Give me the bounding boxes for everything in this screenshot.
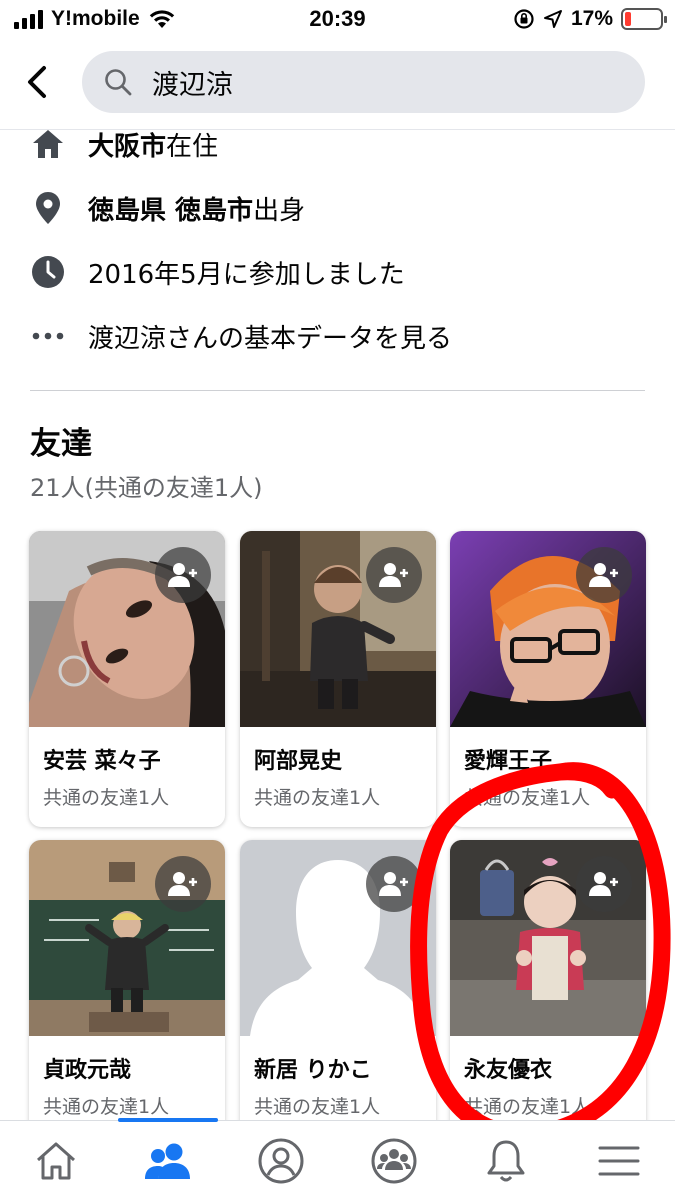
friend-name: 新居 りかこ: [254, 1058, 372, 1083]
location-pin-icon: [30, 190, 66, 226]
section-divider: [30, 390, 645, 391]
nav-notifications[interactable]: [450, 1121, 562, 1200]
add-friend-button[interactable]: [576, 547, 632, 603]
mutual-friends: 共通の友達1人: [43, 1096, 170, 1118]
about-link[interactable]: 渡辺涼さんの基本データを見る: [88, 318, 452, 355]
groups-icon: [371, 1138, 417, 1184]
clock-icon: [30, 254, 66, 290]
battery-icon: [621, 8, 667, 30]
friend-card[interactable]: 阿部晃史 共通の友達1人: [240, 531, 436, 827]
add-friend-button[interactable]: [366, 856, 422, 912]
friends-title[interactable]: 友達: [30, 418, 92, 463]
friends-count: 21人(共通の友達1人): [30, 474, 263, 502]
mutual-friends: 共通の友達1人: [43, 787, 170, 809]
nav-profile[interactable]: [225, 1121, 337, 1200]
nav-home[interactable]: [0, 1121, 112, 1200]
status-right: 17%: [513, 7, 667, 31]
add-friend-icon: [168, 563, 197, 587]
battery-percent: 17%: [570, 7, 613, 30]
hamburger-menu-icon: [598, 1146, 640, 1176]
hometown-text: 徳島県 徳島市出身: [88, 195, 306, 226]
rotation-lock-icon: [514, 9, 534, 29]
profile-info: 大阪市在住 徳島県 徳島市出身 2016年5月に参加しました 渡辺涼さんの基本デ…: [0, 112, 675, 368]
about-row[interactable]: 渡辺涼さんの基本データを見る: [0, 304, 675, 368]
search-query: 渡辺涼: [152, 69, 233, 101]
home-outline-icon: [37, 1142, 75, 1180]
back-button[interactable]: [22, 62, 52, 102]
add-friend-icon: [589, 872, 618, 896]
nav-friends[interactable]: [112, 1121, 224, 1200]
friend-card[interactable]: 愛輝王子 共通の友達1人: [450, 531, 646, 827]
bottom-nav: [0, 1118, 675, 1200]
friend-name: 永友優衣: [464, 1058, 553, 1083]
friend-name: 愛輝王子: [464, 749, 553, 774]
bell-icon: [487, 1140, 525, 1182]
hometown-row: 徳島県 徳島市出身: [0, 176, 675, 240]
mutual-friends: 共通の友達1人: [464, 1096, 591, 1118]
mutual-friends: 共通の友達1人: [464, 787, 591, 809]
add-friend-button[interactable]: [366, 547, 422, 603]
friend-name: 安芸 菜々子: [43, 749, 161, 774]
add-friend-icon: [168, 872, 197, 896]
add-friend-icon: [589, 563, 618, 587]
mutual-friends: 共通の友達1人: [254, 787, 381, 809]
joined-row: 2016年5月に参加しました: [0, 240, 675, 304]
add-friend-icon: [379, 563, 408, 587]
friend-name: 貞政元哉: [43, 1058, 132, 1083]
nav-menu[interactable]: [563, 1121, 675, 1200]
search-input[interactable]: 渡辺涼: [82, 51, 645, 113]
friend-card[interactable]: 新居 りかこ 共通の友達1人: [240, 840, 436, 1136]
location-arrow-icon: [543, 10, 562, 28]
mutual-friends: 共通の友達1人: [254, 1096, 381, 1118]
joined-text: 2016年5月に参加しました: [88, 259, 405, 290]
home-icon: [30, 126, 66, 162]
profile-icon: [258, 1138, 304, 1184]
chevron-left-icon: [28, 66, 46, 98]
friends-icon: [145, 1143, 190, 1179]
add-friend-button[interactable]: [576, 856, 632, 912]
nav-groups[interactable]: [338, 1121, 450, 1200]
friend-card[interactable]: 安芸 菜々子 共通の友達1人: [29, 531, 225, 827]
status-bar: Y!mobile 20:39 17%: [0, 0, 675, 40]
search-icon: [102, 66, 134, 98]
more-dots-icon: [30, 318, 66, 354]
residence-text: 大阪市在住: [88, 131, 219, 162]
residence-row: 大阪市在住: [0, 112, 675, 176]
add-friend-button[interactable]: [155, 547, 211, 603]
add-friend-icon: [379, 872, 408, 896]
friend-card[interactable]: 永友優衣 共通の友達1人: [450, 840, 646, 1136]
friend-name: 阿部晃史: [254, 749, 343, 774]
battery-level: [625, 12, 631, 26]
add-friend-button[interactable]: [155, 856, 211, 912]
friend-card[interactable]: 貞政元哉 共通の友達1人: [29, 840, 225, 1136]
